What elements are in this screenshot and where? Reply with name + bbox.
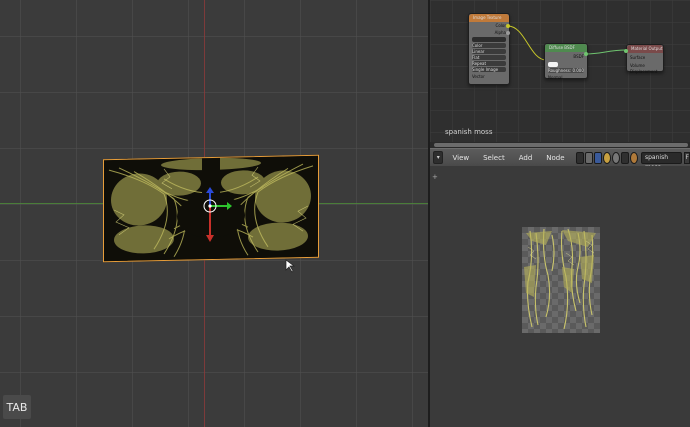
- color-swatch[interactable]: [548, 62, 558, 67]
- texture-nodes-icon[interactable]: [620, 151, 629, 164]
- view-menu[interactable]: View: [445, 154, 476, 162]
- object-nodes-icon[interactable]: [575, 151, 584, 164]
- plus-icon[interactable]: +: [432, 174, 438, 181]
- color-space-select[interactable]: Color: [472, 43, 506, 48]
- tab-key-hint: TAB: [3, 395, 31, 419]
- moss-strands: [524, 228, 596, 330]
- node-menu[interactable]: Node: [539, 154, 571, 162]
- material-name-field[interactable]: spanish moss: [641, 151, 683, 166]
- material-output-node[interactable]: Material Output Surface Volume Displacem…: [626, 44, 664, 74]
- extension-select[interactable]: Repeat: [472, 61, 506, 66]
- editor-type-selector[interactable]: ▾: [433, 151, 444, 164]
- add-menu[interactable]: Add: [512, 154, 540, 162]
- node-editor-header: ▾ View Select Add Node spanish moss F: [430, 148, 690, 167]
- node-input-label: Vector: [472, 74, 485, 79]
- texture-preview-image: [522, 227, 600, 333]
- image-selector-field[interactable]: [472, 37, 506, 42]
- node-output-label: Color: [495, 23, 506, 28]
- scrollbar-thumb[interactable]: [434, 143, 688, 147]
- node-input-label: Normal: [548, 75, 563, 80]
- color-output-socket[interactable]: [506, 24, 510, 28]
- interpolation-select[interactable]: Linear: [472, 49, 506, 54]
- node-editor-canvas[interactable]: Image Texture Color Alpha Color Linear F…: [430, 0, 690, 148]
- 3d-viewport[interactable]: TAB: [0, 0, 428, 427]
- node-title: Material Output: [627, 45, 663, 53]
- alpha-output-socket[interactable]: [506, 31, 510, 35]
- select-menu[interactable]: Select: [476, 154, 512, 162]
- node-title: Image Texture: [469, 14, 509, 22]
- world-nodes-icon[interactable]: [593, 151, 602, 164]
- node-input-label: Displacement: [630, 69, 658, 74]
- mouse-cursor-icon: [285, 259, 296, 273]
- material-browse-icon[interactable]: [629, 151, 638, 164]
- bsdf-output-socket[interactable]: [584, 52, 588, 56]
- roughness-field[interactable]: Roughness: 0.000: [548, 68, 584, 73]
- shader-type-icon[interactable]: [602, 151, 611, 164]
- node-output-label: Alpha: [494, 30, 506, 35]
- material-name-label: spanish moss: [445, 128, 493, 136]
- node-output-label: BSDF: [573, 54, 584, 59]
- material-nodes-icon[interactable]: [584, 151, 593, 164]
- material-slot-icon[interactable]: [611, 151, 620, 164]
- diffuse-bsdf-node[interactable]: Diffuse BSDF BSDF Roughness: 0.000 Norma…: [544, 43, 588, 80]
- image-texture-node[interactable]: Image Texture Color Alpha Color Linear F…: [468, 13, 510, 85]
- transform-gizmo[interactable]: [196, 184, 232, 248]
- node-title: Diffuse BSDF: [545, 44, 587, 52]
- projection-select[interactable]: Flat: [472, 55, 506, 60]
- image-editor-area[interactable]: +: [430, 166, 690, 427]
- fake-user-button[interactable]: F: [684, 151, 690, 164]
- source-select[interactable]: Single Image: [472, 67, 506, 72]
- node-input-label: Surface: [630, 55, 646, 60]
- surface-input-socket[interactable]: [624, 49, 628, 53]
